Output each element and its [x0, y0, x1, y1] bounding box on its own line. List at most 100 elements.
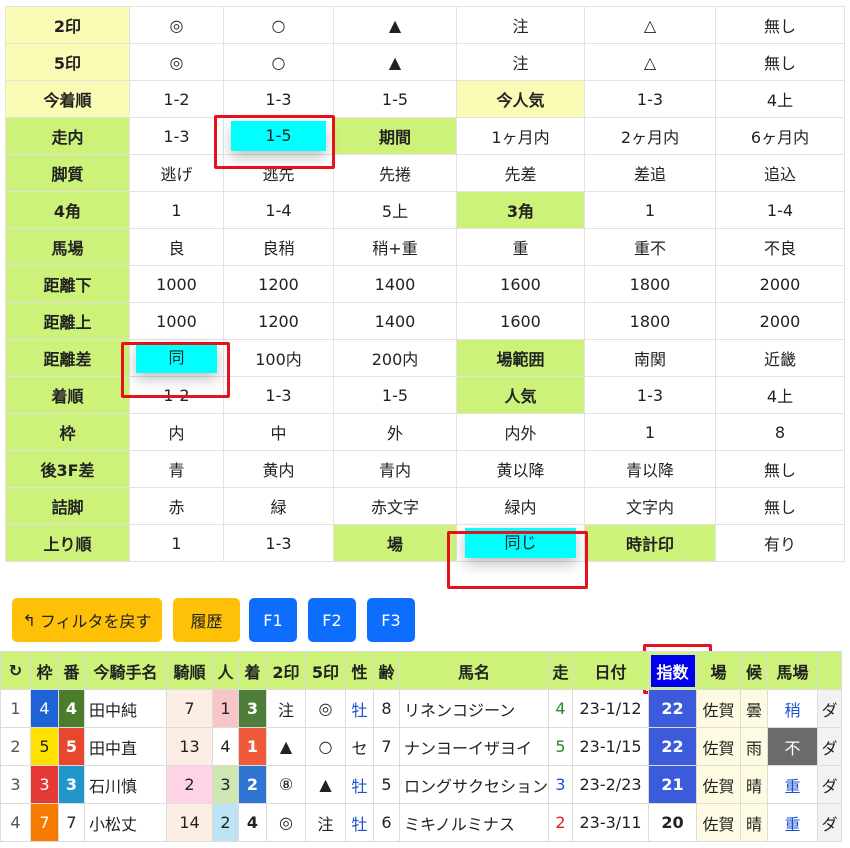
column-header[interactable]: 性 [345, 651, 374, 690]
table-row[interactable]: 1 4 4 田中純 7 1 3 注 ◎ 牡 8 リネンコジーン 4 23-1/12 22 佐賀曇稍ダ [0, 689, 843, 728]
filter-option[interactable]: 注 [456, 6, 585, 44]
reset-filter-button[interactable]: ↰ フィルタを戻す [12, 598, 162, 642]
filter-option[interactable]: 無し [715, 450, 845, 488]
column-header[interactable]: 番 [58, 651, 85, 690]
refresh-icon[interactable]: ↻ [0, 651, 31, 690]
column-header[interactable]: 指数 [648, 651, 698, 690]
filter-option[interactable]: ◎ [129, 43, 224, 81]
filter-option[interactable]: 1000 [129, 302, 224, 340]
f1-button[interactable]: F1 [249, 598, 297, 642]
filter-option[interactable]: 赤文字 [333, 487, 457, 525]
filter-option[interactable]: 黄内 [223, 450, 334, 488]
filter-option[interactable]: 不良 [715, 228, 845, 266]
filter-option[interactable]: 赤 [129, 487, 224, 525]
table-row[interactable]: 3 3 3 石川慎 2 3 2 ⑧ ▲ 牡 5 ロングサクセション 3 23-2/23 21 佐賀晴重ダ [0, 765, 843, 804]
column-header[interactable]: 着 [238, 651, 267, 690]
filter-option[interactable]: 重 [456, 228, 585, 266]
column-header[interactable]: 人 [212, 651, 239, 690]
filter-option[interactable]: 6ヶ月内 [715, 117, 845, 155]
filter-option[interactable]: 無し [715, 487, 845, 525]
filter-option[interactable]: 2ヶ月内 [584, 117, 716, 155]
filter-option[interactable]: 差追 [584, 154, 716, 192]
f3-button[interactable]: F3 [367, 598, 415, 642]
filter-option[interactable]: ◎ [129, 6, 224, 44]
column-header[interactable]: 今騎手名 [84, 651, 167, 690]
filter-option[interactable]: 黄以降 [456, 450, 585, 488]
column-header[interactable]: 馬場 [767, 651, 819, 690]
filter-option[interactable]: ○ [223, 6, 334, 44]
table-row[interactable]: 4 7 7 小松丈 14 2 4 ◎ 注牡 6 ミキノルミナス 2 23-3/11 20 佐賀晴重ダ [0, 803, 843, 842]
filter-option[interactable]: 1-3 [223, 376, 334, 414]
filter-option[interactable]: 1800 [584, 302, 716, 340]
filter-option[interactable]: 1-3 [223, 80, 334, 118]
column-header[interactable]: 枠 [30, 651, 59, 690]
filter-option[interactable]: 1400 [333, 302, 457, 340]
filter-option[interactable]: 内 [129, 413, 224, 451]
filter-option[interactable]: 200内 [333, 339, 457, 377]
filter-option[interactable]: 1-2 [129, 80, 224, 118]
filter-option[interactable]: 無し [715, 6, 845, 44]
column-header[interactable]: 日付 [572, 651, 650, 690]
filter-option[interactable]: 重不 [584, 228, 716, 266]
history-button[interactable]: 履歴 [173, 598, 240, 642]
table-row[interactable]: 2 5 5 田中直 13 4 1 ▲ ○ セ 7 ナンヨーイザヨイ 5 23-1/15 22 佐賀雨不ダ [0, 727, 843, 766]
filter-option[interactable]: 文字内 [584, 487, 716, 525]
filter-option[interactable]: 青内 [333, 450, 457, 488]
column-header[interactable] [817, 651, 843, 690]
filter-option[interactable]: 100内 [223, 339, 334, 377]
filter-option[interactable]: 2000 [715, 302, 845, 340]
filter-option[interactable]: 1 [129, 191, 224, 229]
filter-option[interactable]: ▲ [333, 6, 457, 44]
column-header[interactable]: 場 [696, 651, 742, 690]
filter-option[interactable]: 良 [129, 228, 224, 266]
filter-option[interactable]: 外 [333, 413, 457, 451]
filter-option[interactable]: 注 [456, 43, 585, 81]
filter-option[interactable]: 1400 [333, 265, 457, 303]
filter-option[interactable]: 1-5 [333, 376, 457, 414]
column-header[interactable]: 候 [740, 651, 769, 690]
f2-button[interactable]: F2 [308, 598, 356, 642]
filter-option-selected[interactable]: 1-5 [223, 117, 334, 155]
filter-option[interactable]: 緑内 [456, 487, 585, 525]
filter-option[interactable]: 1-3 [129, 117, 224, 155]
filter-option[interactable]: 1-2 [129, 376, 224, 414]
filter-option[interactable]: 有り [715, 524, 845, 562]
filter-option[interactable]: 先差 [456, 154, 585, 192]
filter-option[interactable]: 1-3 [584, 376, 716, 414]
filter-option[interactable]: 1-4 [715, 191, 845, 229]
filter-option[interactable]: 8 [715, 413, 845, 451]
filter-option[interactable]: 1ヶ月内 [456, 117, 585, 155]
filter-option[interactable]: 1 [584, 191, 716, 229]
filter-option[interactable]: 1600 [456, 302, 585, 340]
filter-option[interactable]: 1800 [584, 265, 716, 303]
filter-option[interactable]: 逃先 [223, 154, 334, 192]
filter-option[interactable]: 良稍 [223, 228, 334, 266]
filter-option[interactable]: 1 [129, 524, 224, 562]
filter-option[interactable]: 5上 [333, 191, 457, 229]
filter-option[interactable]: 1600 [456, 265, 585, 303]
filter-option[interactable]: 中 [223, 413, 334, 451]
filter-option[interactable]: △ [584, 6, 716, 44]
column-header[interactable]: 5印 [305, 651, 346, 690]
filter-option[interactable]: 1-4 [223, 191, 334, 229]
filter-option-selected[interactable]: 同じ [456, 524, 585, 562]
column-header[interactable]: 2印 [266, 651, 306, 690]
filter-option[interactable]: 青以降 [584, 450, 716, 488]
filter-option[interactable]: 1-3 [223, 524, 334, 562]
filter-option[interactable]: 稍+重 [333, 228, 457, 266]
filter-option[interactable]: ▲ [333, 43, 457, 81]
filter-option[interactable]: 内外 [456, 413, 585, 451]
filter-option[interactable]: 南関 [584, 339, 716, 377]
filter-option[interactable]: 逃げ [129, 154, 224, 192]
filter-option[interactable]: 1-3 [584, 80, 716, 118]
column-header[interactable]: 馬名 [398, 651, 550, 690]
filter-option[interactable]: 追込 [715, 154, 845, 192]
filter-option[interactable]: 1 [584, 413, 716, 451]
filter-option[interactable]: 4上 [715, 376, 845, 414]
filter-option[interactable]: 近畿 [715, 339, 845, 377]
filter-option[interactable]: 青 [129, 450, 224, 488]
filter-option[interactable]: 4上 [715, 80, 845, 118]
filter-option[interactable]: 1-5 [333, 80, 457, 118]
filter-option[interactable]: 緑 [223, 487, 334, 525]
filter-option[interactable]: 1200 [223, 265, 334, 303]
